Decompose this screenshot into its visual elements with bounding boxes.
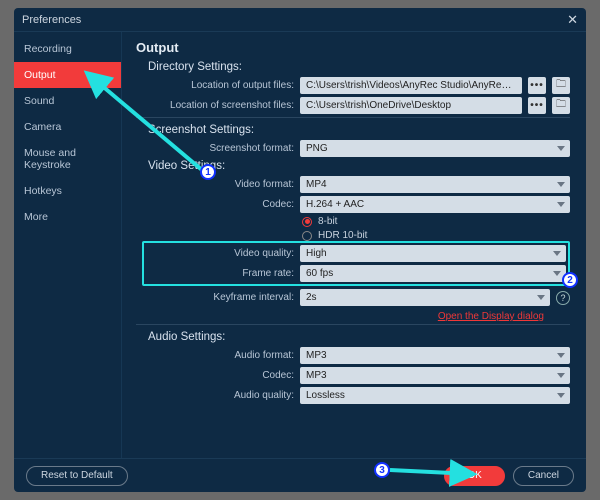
radio-hdr10[interactable] [302, 231, 312, 241]
window-body: Recording Output Sound Camera Mouse and … [14, 32, 586, 458]
screenshot-location-field[interactable]: C:\Users\trish\OneDrive\Desktop [300, 97, 522, 114]
sidebar-item-sound[interactable]: Sound [14, 88, 121, 114]
ellipsis-icon: ••• [530, 80, 544, 91]
close-icon[interactable]: ✕ [567, 12, 578, 28]
cancel-button[interactable]: Cancel [513, 466, 574, 486]
video-quality-select[interactable]: High [300, 245, 566, 262]
ok-button[interactable]: OK [444, 466, 504, 486]
section-directory: Directory Settings: [148, 61, 570, 73]
help-icon[interactable]: ? [556, 291, 570, 305]
video-format-select[interactable]: MP4 [300, 176, 570, 193]
video-codec-select[interactable]: H.264 + AAC [300, 196, 570, 213]
video-quality-label: Video quality: [146, 248, 294, 259]
frame-rate-label: Frame rate: [146, 268, 294, 279]
folder-icon: 🗀 [556, 77, 566, 94]
audio-quality-select[interactable]: Lossless [300, 387, 570, 404]
audio-codec-select[interactable]: MP3 [300, 367, 570, 384]
audio-codec-label: Codec: [144, 370, 294, 381]
quality-framerate-highlight: Video quality: High Frame rate: 60 fps [142, 241, 570, 286]
reset-to-default-button[interactable]: Reset to Default [26, 466, 128, 486]
sidebar-item-more[interactable]: More [14, 204, 121, 230]
audio-format-label: Audio format: [144, 350, 294, 361]
radio-hdr10-label: HDR 10-bit [318, 230, 367, 241]
video-format-label: Video format: [144, 179, 294, 190]
output-location-label: Location of output files: [144, 80, 294, 91]
output-location-field[interactable]: C:\Users\trish\Videos\AnyRec Studio\AnyR… [300, 77, 522, 94]
annotation-badge-3: 3 [374, 462, 390, 478]
divider [136, 324, 570, 325]
content-panel: Output Directory Settings: Location of o… [122, 32, 586, 458]
open-screenshot-folder-button[interactable]: 🗀 [552, 97, 570, 114]
video-codec-label: Codec: [144, 199, 294, 210]
ellipsis-icon: ••• [530, 100, 544, 111]
annotation-badge-2: 2 [562, 272, 578, 288]
keyframe-interval-label: Keyframe interval: [144, 292, 294, 303]
titlebar: Preferences ✕ [14, 8, 586, 32]
screenshot-format-label: Screenshot format: [144, 143, 294, 154]
sidebar-item-mouse-keystroke[interactable]: Mouse and Keystroke [14, 140, 121, 178]
section-audio: Audio Settings: [148, 331, 570, 343]
section-screenshot: Screenshot Settings: [148, 124, 570, 136]
frame-rate-select[interactable]: 60 fps [300, 265, 566, 282]
window-title: Preferences [22, 14, 81, 26]
sidebar-item-recording[interactable]: Recording [14, 36, 121, 62]
keyframe-interval-select[interactable]: 2s [300, 289, 550, 306]
open-output-folder-button[interactable]: 🗀 [552, 77, 570, 94]
divider [136, 117, 570, 118]
audio-format-select[interactable]: MP3 [300, 347, 570, 364]
screenshot-format-select[interactable]: PNG [300, 140, 570, 157]
sidebar-item-camera[interactable]: Camera [14, 114, 121, 140]
radio-8bit[interactable] [302, 217, 312, 227]
browse-screenshot-button[interactable]: ••• [528, 97, 546, 114]
browse-output-button[interactable]: ••• [528, 77, 546, 94]
radio-8bit-label: 8-bit [318, 216, 337, 227]
screenshot-location-label: Location of screenshot files: [144, 100, 294, 111]
sidebar-item-output[interactable]: Output [14, 62, 121, 88]
preferences-window: Preferences ✕ Recording Output Sound Cam… [14, 8, 586, 492]
footer: Reset to Default OK Cancel [14, 458, 586, 492]
page-title: Output [136, 40, 570, 55]
annotation-badge-1: 1 [200, 164, 216, 180]
folder-icon: 🗀 [556, 97, 566, 114]
sidebar: Recording Output Sound Camera Mouse and … [14, 32, 122, 458]
audio-quality-label: Audio quality: [144, 390, 294, 401]
open-display-dialog-link[interactable]: Open the Display dialog [438, 311, 544, 322]
sidebar-item-hotkeys[interactable]: Hotkeys [14, 178, 121, 204]
